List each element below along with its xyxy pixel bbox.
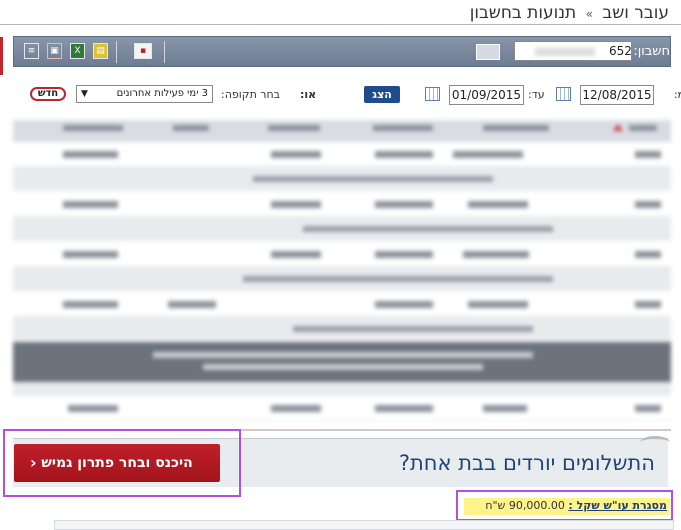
account-mask xyxy=(535,48,595,56)
contact-card-icon[interactable]: ▪ xyxy=(134,43,152,59)
from-date-input[interactable]: 12/08/2015 xyxy=(580,85,654,105)
calendar-icon[interactable] xyxy=(425,87,440,101)
table-row xyxy=(13,167,671,191)
table-row[interactable] xyxy=(13,396,671,421)
excel-icon[interactable]: X xyxy=(70,43,85,59)
table-header xyxy=(13,120,671,142)
toolbar-divider xyxy=(164,41,165,63)
annotation-box xyxy=(3,429,241,497)
print-icon[interactable]: ≡ xyxy=(24,43,39,59)
table-row[interactable] xyxy=(13,142,671,167)
table-row xyxy=(13,267,671,291)
to-label: עד: xyxy=(528,88,545,101)
calendar-icon[interactable] xyxy=(556,87,571,101)
print-preview-icon[interactable]: ▤ xyxy=(93,43,108,59)
account-field[interactable]: 652 xyxy=(514,41,632,61)
account-label: חשבון: xyxy=(633,44,670,59)
breadcrumb: עובר ושב » תנועות בחשבון xyxy=(470,3,669,23)
dropdown-arrow-icon: ▼ xyxy=(81,89,88,99)
transactions-table xyxy=(13,120,671,438)
show-button[interactable]: הצג xyxy=(364,86,400,103)
breadcrumb-separator: » xyxy=(585,7,593,21)
period-label: בחר תקופה: xyxy=(221,88,281,101)
table-row xyxy=(13,382,671,396)
banner-curve xyxy=(640,436,670,449)
table-row xyxy=(13,342,671,382)
mail-icon[interactable] xyxy=(476,44,500,60)
period-select[interactable]: 3 ימי פעילות אחרונים ▼ xyxy=(76,85,213,103)
account-number: 652 xyxy=(609,44,632,58)
table-row[interactable] xyxy=(13,292,671,317)
side-accent xyxy=(0,37,3,75)
breadcrumb-parent[interactable]: עובר ושב xyxy=(602,3,669,23)
toolbar-divider xyxy=(116,41,117,63)
account-toolbar: ≡ ▣ X ▤ ▪ 652 חשבון: xyxy=(13,36,671,67)
sort-arrow-icon[interactable] xyxy=(613,124,623,131)
table-row[interactable] xyxy=(13,242,671,267)
table-row xyxy=(13,317,671,341)
table-row[interactable] xyxy=(13,192,671,217)
save-icon[interactable]: ▣ xyxy=(47,43,62,59)
or-label: או: xyxy=(300,88,317,101)
title-divider xyxy=(0,24,681,25)
date-filter-bar: מ: 12/08/2015 עד: 01/09/2015 הצג או: בחר… xyxy=(13,80,681,110)
promo-headline: התשלומים יורדים בבת אחת? xyxy=(398,451,655,475)
page-title: תנועות בחשבון xyxy=(469,3,577,23)
annotation-box xyxy=(456,490,673,521)
table-row xyxy=(13,217,671,241)
from-label: מ: xyxy=(673,88,681,101)
new-button[interactable]: חדש xyxy=(30,87,66,101)
to-date-input[interactable]: 01/09/2015 xyxy=(449,85,524,105)
period-value: 3 ימי פעילות אחרונים xyxy=(116,88,208,99)
